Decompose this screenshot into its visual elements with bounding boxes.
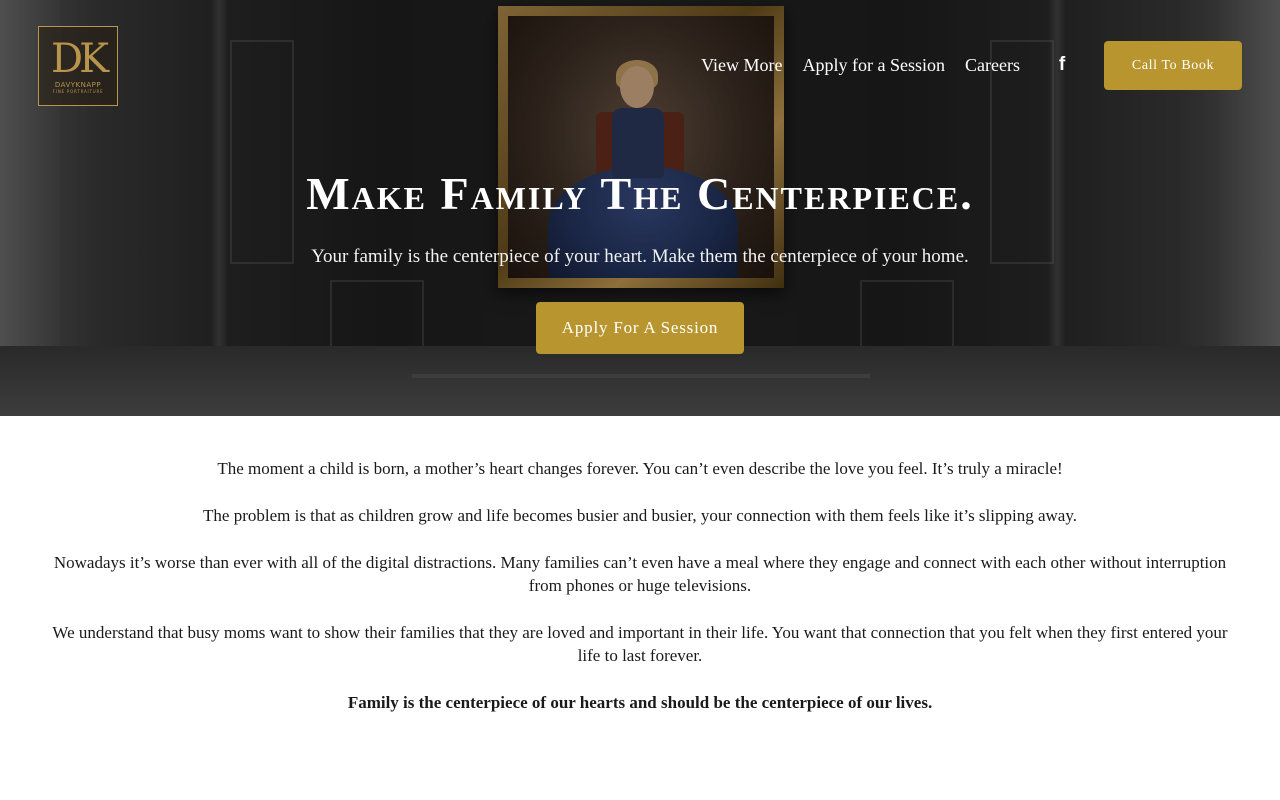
body-paragraph: The moment a child is born, a mother’s h… [217,459,1063,478]
body-paragraph: The problem is that as children grow and… [203,506,1077,525]
logo-mark: DK [51,35,109,82]
nav-item-view-more[interactable]: View More [701,54,782,76]
nav-item-careers[interactable]: Careers [965,54,1020,76]
call-to-book-button[interactable]: Call To Book [1104,41,1242,90]
main-nav: View More Apply for a Session Careers [701,54,1020,76]
hero-subtitle: Your family is the centerpiece of your h… [311,246,969,267]
hero-section: DK DAVYKNAPP FINE PORTRAITURE View More … [0,0,1280,416]
hero-title: Make Family The Centerpiece. [306,168,974,219]
logo-name: DAVYKNAPP [54,80,102,89]
logo-tagline: FINE PORTRAITURE [52,88,104,94]
facebook-icon[interactable]: f [1054,55,1070,75]
body-paragraph: Nowadays it’s worse than ever with all o… [53,553,1227,595]
body-paragraph: We understand that busy moms want to sho… [52,623,1228,665]
site-logo[interactable]: DK DAVYKNAPP FINE PORTRAITURE [38,26,118,106]
nav-item-apply-for-a-session[interactable]: Apply for a Session [803,54,946,76]
body-paragraph-emphasis: Family is the centerpiece of our hearts … [347,693,933,712]
apply-for-session-button[interactable]: Apply For A Session [536,302,744,354]
